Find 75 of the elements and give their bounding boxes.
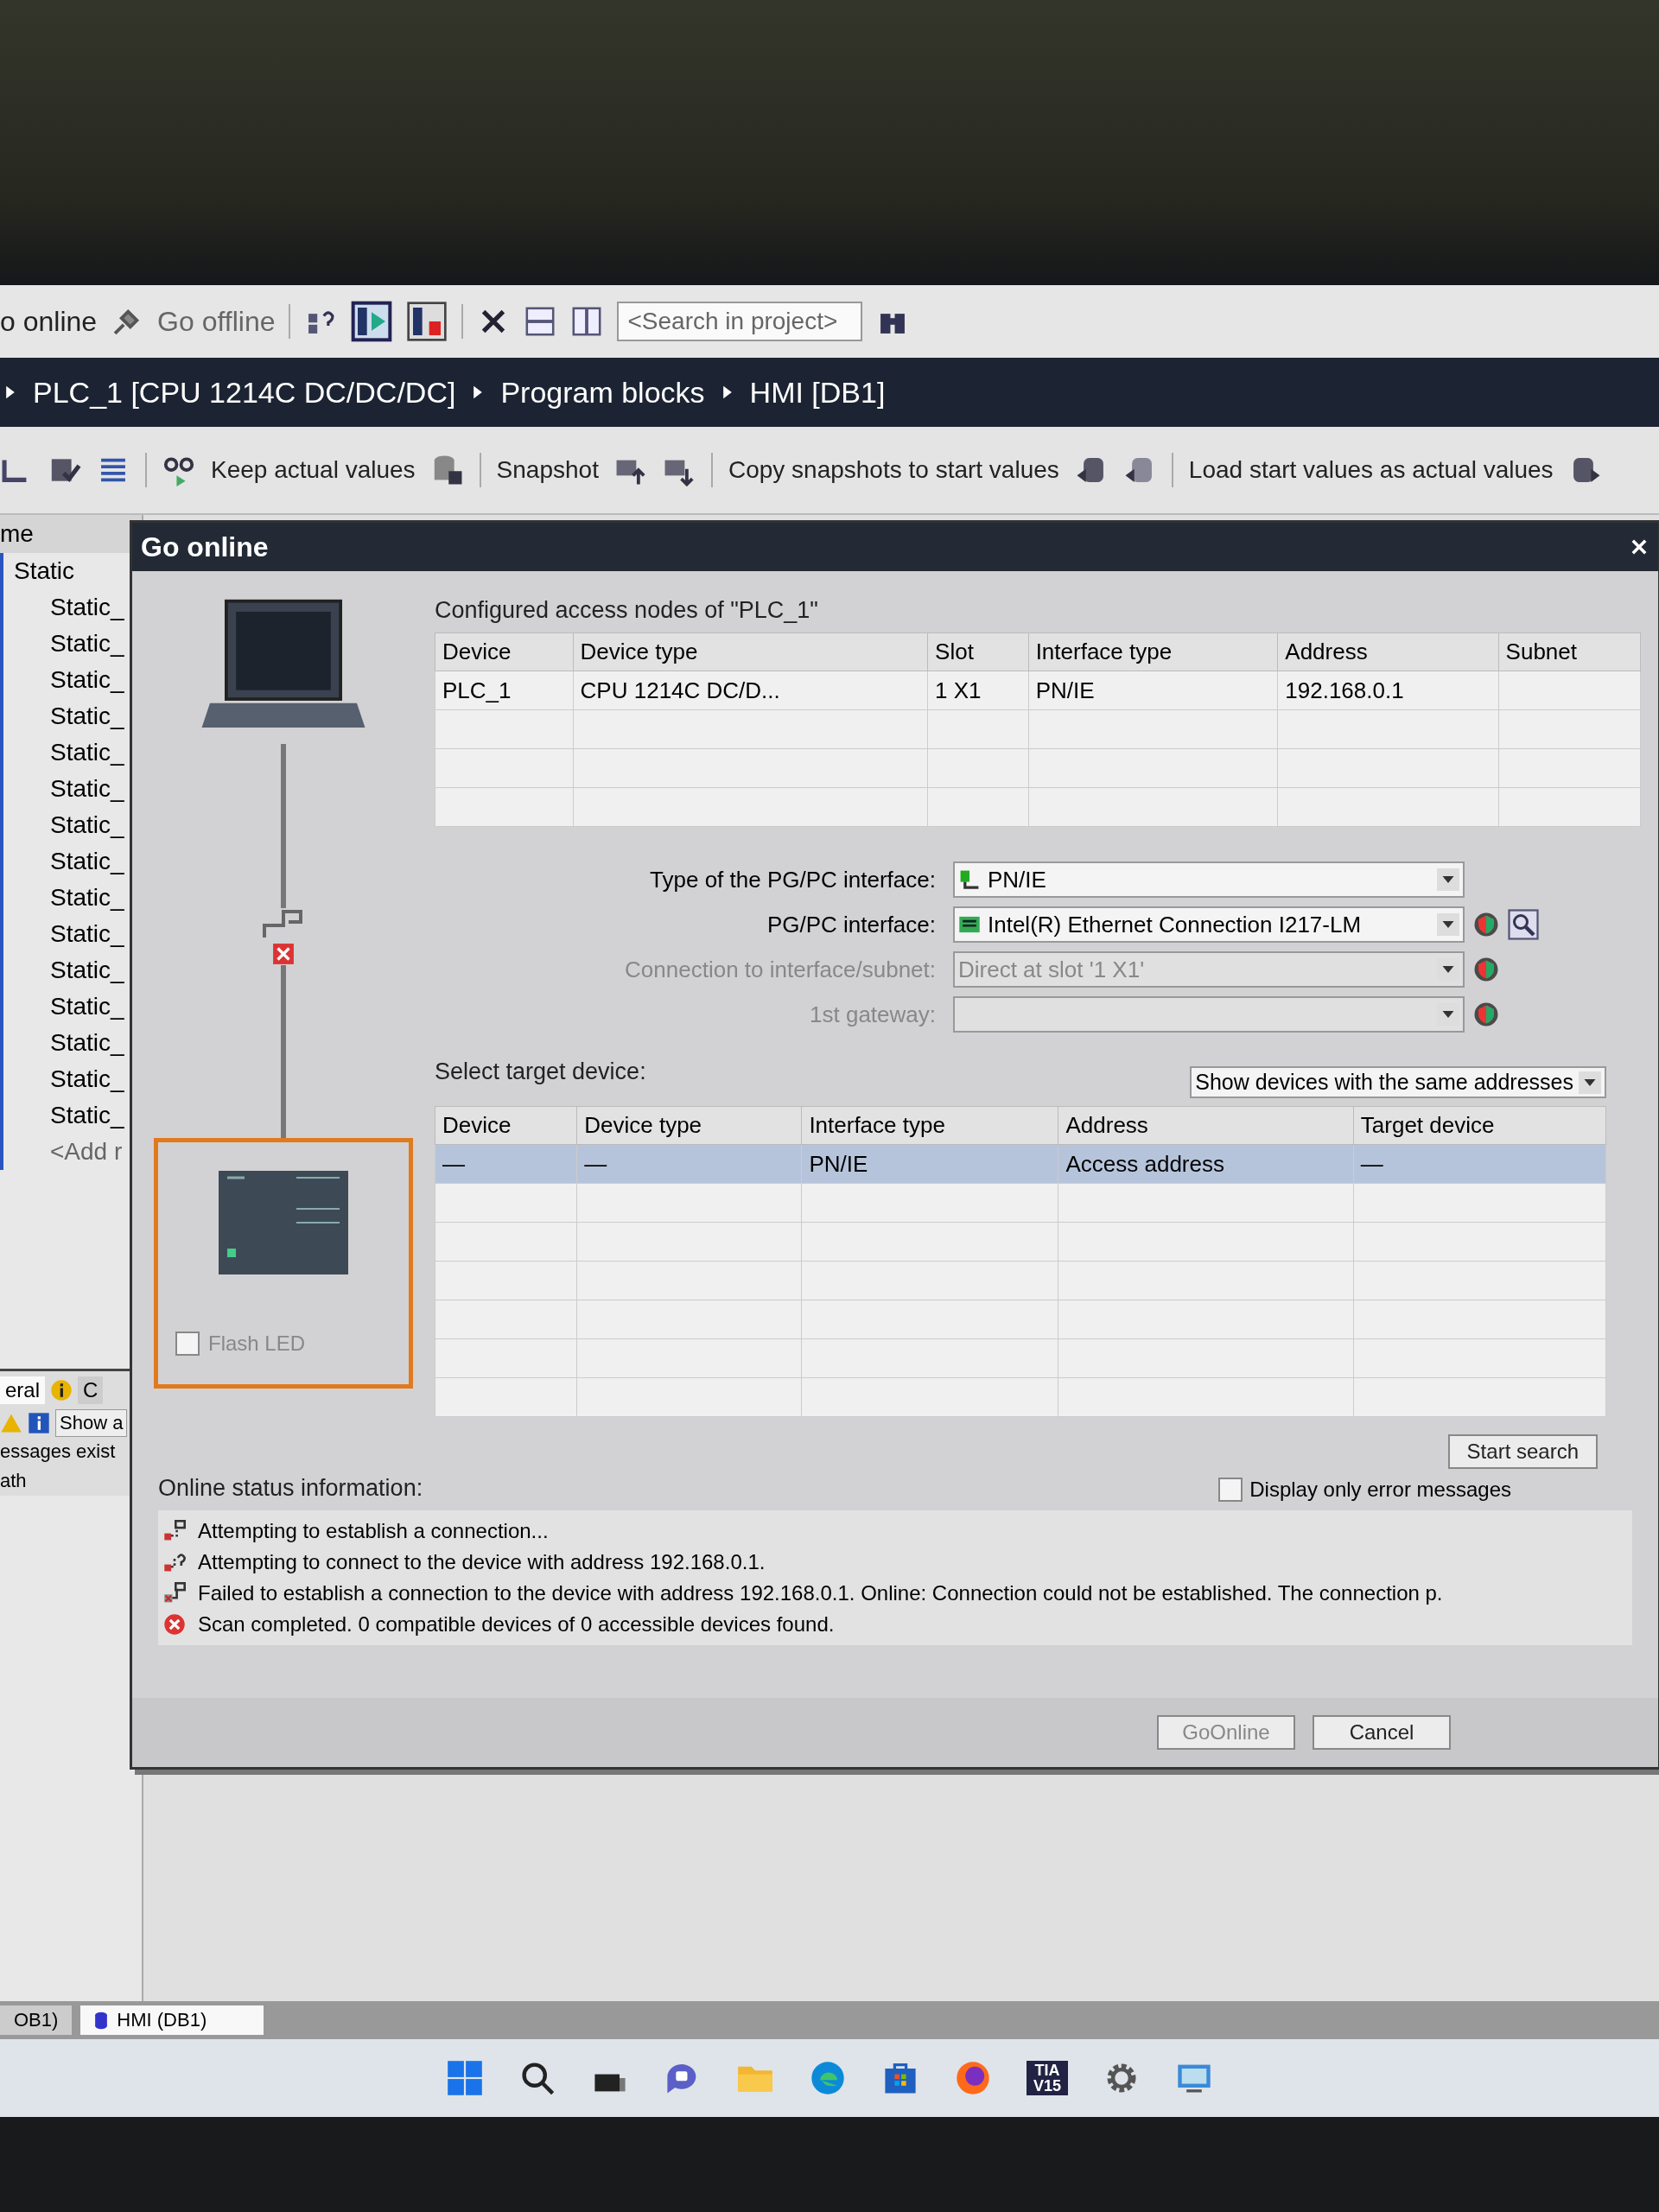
editor-tab[interactable]: HMI (DB1)	[80, 2005, 264, 2035]
table-cell: 192.168.0.1	[1277, 671, 1499, 710]
arrow-icon	[5, 385, 16, 400]
table-cell: 1 X1	[927, 671, 1029, 710]
arrow-icon	[473, 385, 484, 400]
caret-icon	[1437, 868, 1459, 891]
field-label: 1st gateway:	[809, 1001, 936, 1028]
column-header: me	[0, 515, 142, 553]
info-icon[interactable]	[28, 1412, 50, 1434]
message-text: ath	[0, 1469, 28, 1493]
browser-icon[interactable]	[809, 2059, 847, 2097]
field-label: PG/PC interface:	[766, 911, 936, 938]
start-icon[interactable]	[446, 2059, 484, 2097]
table-cell: CPU 1214C DC/D...	[573, 671, 928, 710]
column-header: Target device	[1353, 1106, 1606, 1145]
error-filter-checkbox[interactable]: Display only error messages	[1218, 1478, 1511, 1502]
toolbar-button[interactable]: Snapshot	[496, 456, 599, 484]
column-header: Device	[435, 1106, 577, 1145]
status-message: Attempting to connect to the device with address 192.168.0.1.	[198, 1550, 766, 1574]
editor-tab[interactable]: OB1)	[0, 2005, 73, 2035]
info-icon	[50, 1379, 73, 1402]
table-cell: PLC_1	[435, 671, 574, 710]
toolbar-button[interactable]: Copy snapshots to start values	[728, 456, 1059, 484]
status-message: Scan completed. 0 compatible devices of 0 accessible devices found.	[198, 1612, 835, 1637]
field-label: Type of the PG/PC interface:	[649, 866, 936, 893]
dropdown-field[interactable]: PN/IE	[953, 861, 1465, 898]
caret-icon	[1437, 913, 1459, 936]
database-icon	[94, 2011, 109, 2030]
column-header: Device type	[576, 1106, 802, 1145]
connection-icon	[163, 1520, 186, 1542]
breadcrumb-item[interactable]: PLC_1 [CPU 1214C DC/DC/DC]	[33, 375, 456, 410]
status-message: Attempting to establish a connection...	[198, 1519, 549, 1543]
toolbar-button[interactable]: Keep actual values	[211, 456, 416, 484]
app-icon[interactable]: TIA V15	[1027, 2061, 1068, 2095]
column-header: Interface type	[1028, 632, 1278, 671]
inspector-tab[interactable]: C	[78, 1376, 104, 1404]
browser-icon[interactable]	[954, 2059, 992, 2097]
start-search-button[interactable]: Start search	[1447, 1434, 1598, 1469]
section-title: Online status information:	[158, 1475, 423, 1502]
connection-failed-icon	[163, 1582, 186, 1605]
column-header: Interface type	[801, 1106, 1058, 1145]
section-title: Select target device:	[435, 1058, 646, 1084]
search-field[interactable]: <Search in project>	[617, 302, 863, 341]
column-header: Address	[1277, 632, 1499, 671]
column-header: Address	[1058, 1106, 1354, 1145]
arrow-icon	[721, 385, 733, 400]
go-online-button[interactable]: o online	[0, 305, 98, 338]
table-row[interactable]: — — PN/IE Access address —	[435, 1144, 1606, 1184]
inspector-tab[interactable]: eral	[0, 1376, 46, 1404]
network-icon	[958, 868, 981, 891]
caret-icon	[1579, 1071, 1601, 1094]
stop-view-icon[interactable]	[406, 301, 448, 342]
section-title: Configured access nodes of "PLC_1"	[435, 597, 819, 624]
column-header: Device	[435, 632, 574, 671]
go-offline-button[interactable]: Go offline	[157, 305, 276, 338]
breadcrumb-item[interactable]: HMI [DB1]	[749, 375, 886, 410]
breadcrumb-item[interactable]: Program blocks	[500, 375, 705, 410]
search-icon[interactable]	[1508, 909, 1539, 940]
field-label: Connection to interface/subnet:	[624, 956, 936, 983]
filter-button[interactable]: Show a	[55, 1409, 128, 1437]
column-header: Device type	[573, 632, 928, 671]
column-header: Subnet	[1498, 632, 1641, 671]
message-text: essages exist	[0, 1440, 117, 1464]
connection-query-icon	[163, 1551, 186, 1573]
table-cell: PN/IE	[1028, 671, 1278, 710]
toolbar-button[interactable]: Load start values as actual values	[1188, 456, 1554, 484]
column-header: Slot	[927, 632, 1029, 671]
dialog-title: Go online	[141, 531, 269, 563]
status-message: Failed to establish a connection to the device with address 192.168.0.1. Online: Connection could not be established. The connection p.	[198, 1581, 1443, 1605]
split-view-icon[interactable]	[351, 301, 393, 342]
dropdown-field[interactable]: Intel(R) Ethernet Connection I217-LM	[953, 906, 1465, 943]
error-icon	[163, 1613, 186, 1636]
error-icon	[272, 943, 295, 965]
filter-dropdown[interactable]: Show devices with the same addresses	[1190, 1066, 1606, 1098]
cancel-button[interactable]: Cancel	[1313, 1715, 1451, 1750]
